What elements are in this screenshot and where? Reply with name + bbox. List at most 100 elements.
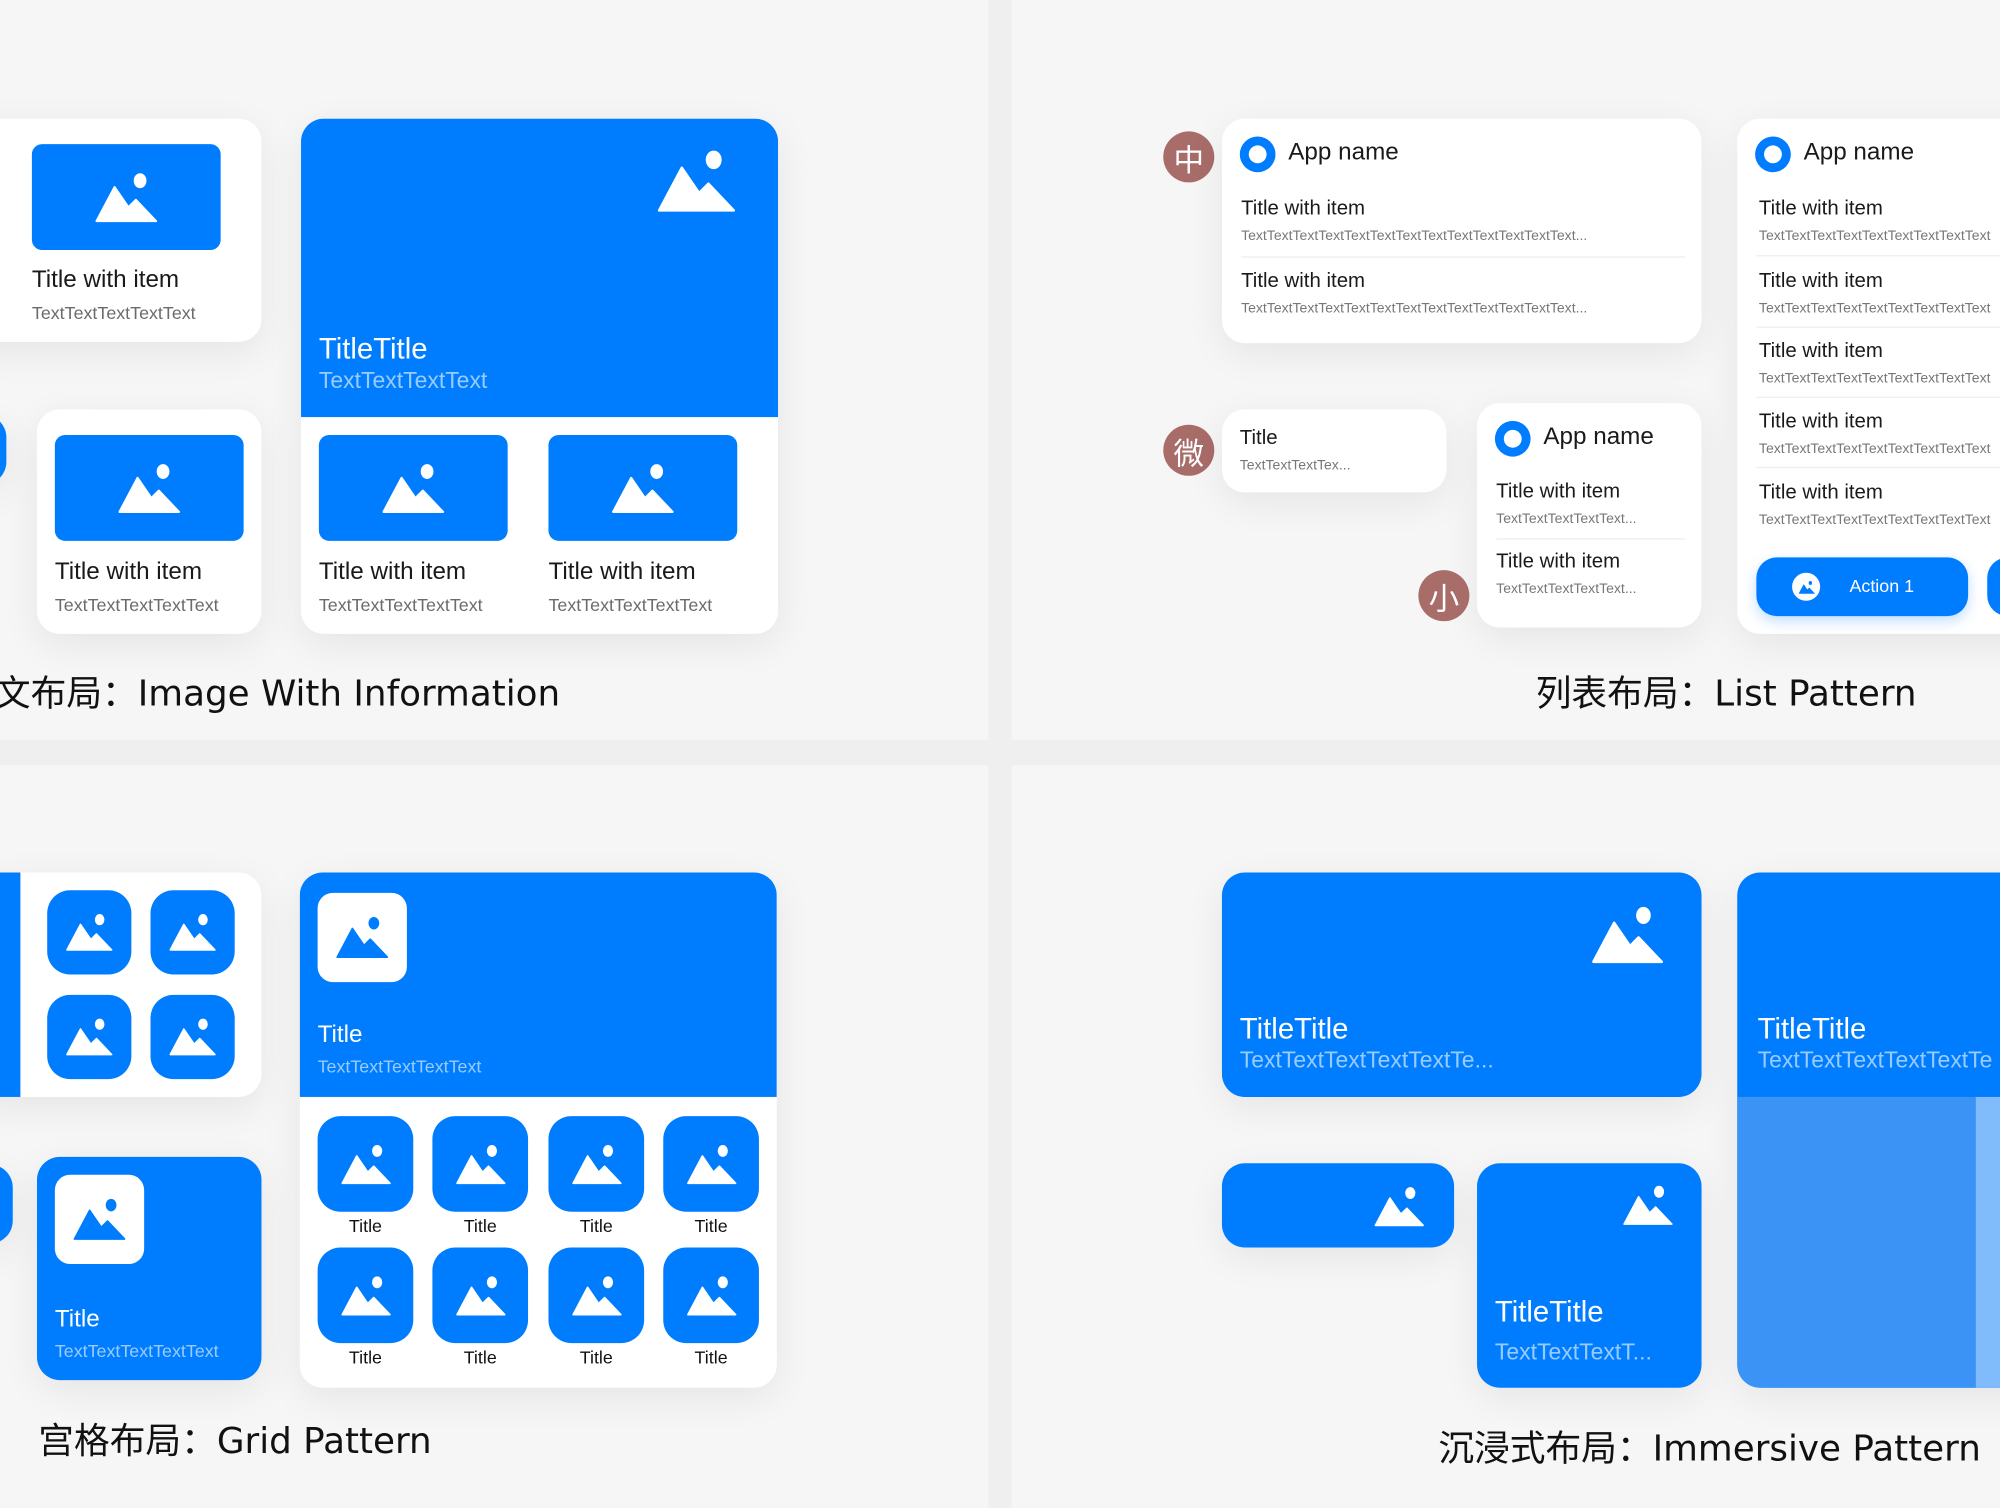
row-text: TextTextTextTextText...: [1496, 511, 1637, 527]
image-icon: [168, 1018, 216, 1056]
avatar-mini: 微: [1163, 424, 1215, 476]
action-2-button[interactable]: [1987, 557, 2000, 617]
app-tile: [317, 892, 407, 983]
row-title: Title with item: [1758, 482, 1883, 504]
app-tile[interactable]: [47, 890, 132, 975]
list-card-medium[interactable]: App name Title with item TextTextTextTex…: [1221, 118, 1702, 344]
row-title: Title: [1239, 427, 1278, 449]
immersive-card-large[interactable]: TitleTitle TextTextTextTextTextTe: [1737, 872, 2000, 1388]
item-title: Title with item: [548, 558, 696, 586]
image-icon: [686, 1143, 737, 1184]
list-card-large[interactable]: App name Title with item TextTextTextTex…: [1737, 118, 2000, 634]
image-icon: [1621, 1185, 1675, 1226]
app-tile[interactable]: [548, 1247, 645, 1344]
tile-label: Title: [579, 1215, 613, 1236]
immersive-card-small[interactable]: TitleTitle TextTextTextT...: [1477, 1163, 1702, 1388]
image-icon: [168, 913, 216, 951]
app-icon: [1494, 420, 1531, 457]
image-card-small-2[interactable]: Title with item TextTextTextTextText: [36, 409, 262, 634]
hero-text: TextTextTextText: [318, 367, 488, 393]
image-icon: [571, 1143, 622, 1184]
app-tile[interactable]: [663, 1247, 759, 1344]
card-title: Title: [54, 1306, 100, 1333]
card-text: TextTextTextTextText: [31, 302, 196, 323]
grid-card-large[interactable]: Title TextTextTextTextText Title Title T…: [299, 872, 777, 1388]
divider: [1241, 256, 1685, 258]
app-tile[interactable]: [317, 1247, 414, 1344]
row-text: TextTextTextTextTextTextTextTextTextText…: [1241, 301, 1588, 317]
row-text: TextTextTextTex...: [1239, 457, 1351, 474]
card-title: Title with item: [31, 266, 180, 294]
partial-image: [0, 872, 21, 1097]
image-placeholder: [318, 434, 508, 541]
action-label: Action 1: [1849, 575, 1915, 596]
image-icon: [455, 1275, 506, 1316]
divider: [1496, 538, 1685, 540]
app-tile[interactable]: [150, 994, 235, 1080]
list-card-mini[interactable]: Title TextTextTextTex...: [1221, 409, 1447, 493]
divider: [1756, 255, 2000, 257]
image-icon: [340, 1275, 391, 1316]
app-tile[interactable]: [150, 890, 235, 975]
tile-label: Title: [463, 1215, 497, 1236]
row-title: Title with item: [1758, 197, 1883, 220]
image-icon: [610, 462, 676, 513]
tile-label: Title: [348, 1346, 382, 1368]
app-tile[interactable]: [432, 1116, 529, 1212]
app-tile[interactable]: [47, 994, 132, 1080]
image-card-large[interactable]: TitleTitle TextTextTextText Title with i…: [301, 118, 779, 634]
image-card-small-1[interactable]: Title with item TextTextTextTextText: [0, 118, 262, 342]
action-1-button[interactable]: Action 1: [1756, 557, 1969, 617]
item-title: Title with item: [318, 558, 467, 586]
row-title: Title with item: [1496, 480, 1621, 503]
immersive-card-mini[interactable]: [1221, 1163, 1455, 1248]
image-area-secondary: [1975, 1096, 2000, 1388]
image-icon: [380, 462, 446, 513]
card-text: TextTextTextTextText: [54, 594, 219, 615]
image-placeholder: [54, 434, 244, 541]
caption-immersive: 沉浸式布局：Immersive Pattern: [1438, 1427, 1981, 1470]
app-tile: [54, 1174, 145, 1265]
caption-list: 列表布局：List Pattern: [1535, 672, 1917, 715]
app-tile[interactable]: [548, 1116, 645, 1212]
card-title: TitleTitle: [1757, 1011, 1867, 1045]
image-icon: [686, 1275, 737, 1316]
image-icon: [65, 1018, 113, 1056]
row-title: Title with item: [1496, 551, 1621, 573]
avatar-small: 小: [1418, 570, 1470, 622]
app-tile[interactable]: [663, 1116, 759, 1212]
row-text: TextTextTextTextTextTextTextTextText: [1758, 301, 1991, 317]
item-text: TextTextTextTextText: [548, 594, 713, 615]
immersive-card-wide[interactable]: TitleTitle TextTextTextTextTextTe...: [1221, 872, 1702, 1097]
action-icon: [1792, 572, 1821, 601]
caption-grid: 宫格布局：Grid Pattern: [38, 1419, 432, 1462]
grid-card-small-4[interactable]: [0, 872, 262, 1097]
card-text: TextTextTextTextTextTe...: [1239, 1047, 1494, 1073]
image-icon: [571, 1275, 622, 1316]
row-title: Title with item: [1758, 340, 1883, 363]
card-text: TextTextTextTextText: [54, 1340, 219, 1361]
image-icon: [1589, 906, 1666, 965]
app-tile[interactable]: [432, 1247, 529, 1344]
caption-image-info: 文布局：Image With Information: [0, 672, 561, 715]
app-tile[interactable]: [317, 1116, 414, 1212]
app-name: App name: [1803, 139, 1915, 166]
tile-label: Title: [694, 1346, 728, 1368]
image-icon: [73, 1198, 127, 1241]
tile-label: Title: [694, 1215, 728, 1236]
card-text: TextTextTextT...: [1494, 1339, 1652, 1365]
tile-label: Title: [463, 1346, 497, 1368]
row-text: TextTextTextTextTextTextTextTextText: [1758, 512, 1991, 529]
image-icon: [656, 149, 738, 213]
tile-label: Title: [348, 1215, 382, 1236]
list-card-small[interactable]: App name Title with item TextTextTextTex…: [1477, 403, 1702, 628]
app-name: App name: [1288, 139, 1399, 166]
item-text: TextTextTextTextText: [318, 594, 483, 615]
grid-card-small[interactable]: Title TextTextTextTextText: [36, 1156, 262, 1381]
image-area: [1737, 1096, 1976, 1388]
image-icon: [335, 916, 389, 959]
card-title: Title with item: [54, 558, 203, 586]
divider: [1756, 466, 2000, 469]
card-title: TitleTitle: [1239, 1011, 1349, 1045]
card-title: TitleTitle: [1494, 1294, 1604, 1328]
